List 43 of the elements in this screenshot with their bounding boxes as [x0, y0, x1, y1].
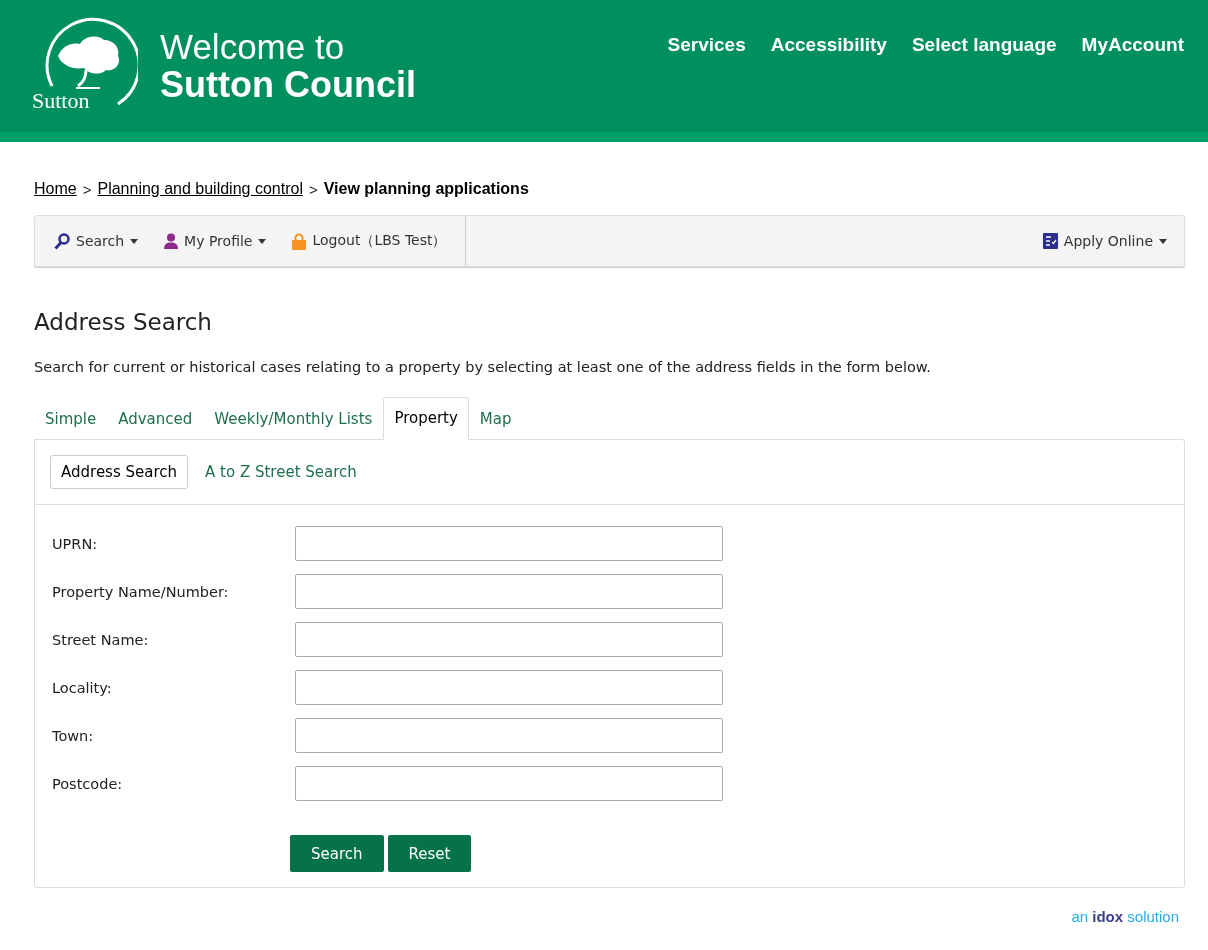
input-field[interactable] [295, 622, 723, 657]
input-field[interactable] [295, 718, 723, 753]
person-icon [164, 233, 179, 249]
tab[interactable]: Simple [34, 397, 108, 440]
input-field[interactable] [295, 526, 723, 561]
breadcrumb-separator: > [308, 180, 318, 198]
breadcrumb-link[interactable]: Planning and building control [97, 180, 303, 198]
page-title: Address Search [34, 309, 213, 335]
padlock-icon [292, 232, 307, 250]
nav-link[interactable]: MyAccount [1081, 34, 1184, 56]
reset-button[interactable]: Reset [387, 835, 472, 872]
search-button[interactable]: Search [290, 835, 384, 872]
breadcrumb-link[interactable]: Home [34, 180, 77, 198]
field-label: Locality: [52, 679, 113, 696]
footer-brand-text: an idox solution [1071, 908, 1179, 925]
breadcrumb-separator: > [82, 180, 92, 198]
tab[interactable]: Advanced [107, 397, 204, 440]
nav-link[interactable]: Accessibility [770, 34, 887, 56]
field-label: Street Name: [52, 631, 150, 648]
tab[interactable]: Property [383, 397, 469, 440]
field-label: UPRN: [52, 535, 99, 552]
checklist-icon [1042, 233, 1058, 249]
logo-text: Sutton [32, 88, 90, 114]
tab[interactable]: Map [468, 397, 523, 440]
field-label: Property Name/Number: [52, 583, 230, 600]
field-label: Postcode: [52, 775, 124, 792]
search-icon [54, 232, 70, 250]
breadcrumb-current: View planning applications [323, 180, 529, 198]
field-label: Town: [52, 727, 95, 744]
tab[interactable]: Weekly/Monthly Lists [203, 397, 384, 440]
nav-link[interactable]: Select language [911, 34, 1057, 56]
input-field[interactable] [295, 574, 723, 609]
toolbar-menu-button[interactable]: My Profile [151, 216, 280, 266]
toolbar-menu-button[interactable]: Logout（LBS Test） [279, 216, 460, 266]
header-title: Sutton Council [160, 66, 416, 104]
nav-link[interactable]: Services [667, 34, 746, 56]
toolbar-menu-button[interactable]: Search [41, 216, 152, 266]
intro-text: Search for current or historical cases relating to a property by selecting at least one of the address fields in the form below. [34, 359, 932, 375]
toolbar-menu-button[interactable]: Apply Online [1029, 216, 1180, 266]
sub-tab[interactable]: Address Search [50, 455, 189, 489]
input-field[interactable] [295, 766, 723, 801]
input-field[interactable] [295, 670, 723, 705]
header-title: Welcome to [160, 28, 346, 66]
